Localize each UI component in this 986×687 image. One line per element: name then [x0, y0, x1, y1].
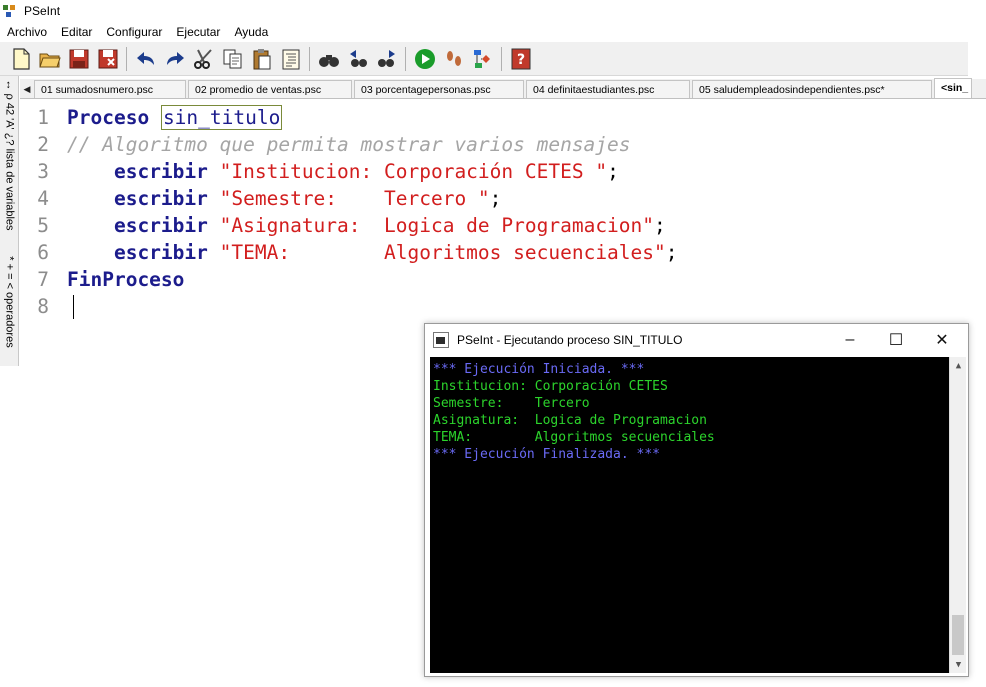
- variables-list-label: ↔ ρ 42 'A' ¿? lista de variables: [3, 79, 16, 231]
- tab-file-04[interactable]: 04 definitaestudiantes.psc: [526, 80, 690, 98]
- tab-file-03[interactable]: 03 porcentagepersonas.psc: [354, 80, 524, 98]
- save-as-icon[interactable]: [93, 44, 122, 74]
- console-title: PSeInt - Ejecutando proceso SIN_TITULO: [457, 333, 683, 347]
- console-line: Semestre: Tercero: [433, 396, 590, 411]
- find-icon[interactable]: [314, 44, 343, 74]
- line-number: 3: [37, 160, 49, 183]
- pseint-logo-icon: [2, 3, 18, 19]
- copy-icon[interactable]: [218, 44, 247, 74]
- tab-sin-titulo[interactable]: <sin_: [934, 78, 972, 98]
- cut-icon[interactable]: [189, 44, 218, 74]
- console-output: *** Ejecución Iniciada. *** Institucion:…: [430, 357, 966, 673]
- execution-console-window[interactable]: PSeInt - Ejecutando proceso SIN_TITULO –…: [424, 323, 969, 677]
- keyword-escribir: escribir: [113, 160, 208, 183]
- new-file-icon[interactable]: [6, 44, 35, 74]
- menu-editar[interactable]: Editar: [61, 25, 92, 39]
- svg-text:?: ?: [516, 52, 524, 68]
- keyword-escribir: escribir: [113, 214, 208, 237]
- string-literal: "Asignatura: Logica de Programacion": [219, 214, 655, 237]
- console-scrollbar[interactable]: ▲ ▼: [949, 357, 966, 673]
- code-line: 4 escribir "Semestre: Tercero ";: [21, 185, 961, 212]
- redo-icon[interactable]: [160, 44, 189, 74]
- code-line: 5 escribir "Asignatura: Logica de Progra…: [21, 212, 961, 239]
- keyword-escribir: escribir: [113, 187, 208, 210]
- scroll-down-icon[interactable]: ▼: [950, 656, 967, 673]
- console-app-icon: [433, 332, 449, 348]
- text-caret: [73, 295, 74, 319]
- toolbar-separator: [309, 46, 310, 71]
- line-number: 7: [37, 268, 49, 291]
- code-line: 6 escribir "TEMA: Algoritmos secuenciale…: [21, 239, 961, 266]
- scroll-thumb[interactable]: [952, 615, 964, 655]
- line-number: 8: [37, 295, 49, 318]
- save-icon[interactable]: [64, 44, 93, 74]
- correct-indent-icon[interactable]: [276, 44, 305, 74]
- console-line: *** Ejecución Iniciada. ***: [433, 362, 645, 377]
- string-literal: "Semestre: Tercero ": [219, 187, 490, 210]
- line-number: 4: [37, 187, 49, 210]
- console-title-bar[interactable]: PSeInt - Ejecutando proceso SIN_TITULO –…: [425, 324, 968, 356]
- menu-configurar[interactable]: Configurar: [106, 25, 162, 39]
- tab-file-01[interactable]: 01 sumadosnumero.psc: [34, 80, 186, 98]
- paste-icon[interactable]: [247, 44, 276, 74]
- code-editor[interactable]: 1 Proceso sin_titulo 2 // Algoritmo que …: [21, 101, 986, 361]
- toolbar-separator: [501, 46, 502, 71]
- console-line: Institucion: Corporación CETES: [433, 379, 668, 394]
- operators-label: * + = < operadores: [3, 256, 16, 348]
- scroll-up-icon[interactable]: ▲: [950, 357, 967, 374]
- code-line: 8: [21, 293, 961, 320]
- code-line: 3 escribir "Institucion: Corporación CET…: [21, 158, 961, 185]
- undo-icon[interactable]: [131, 44, 160, 74]
- keyword-finproceso: FinProceso: [67, 268, 185, 291]
- window-title: PSeInt: [24, 4, 61, 18]
- flowchart-icon[interactable]: [468, 44, 497, 74]
- code-line: 2 // Algoritmo que permita mostrar vario…: [21, 131, 961, 158]
- tab-file-05[interactable]: 05 saludempleadosindependientes.psc*: [692, 80, 932, 98]
- line-number: 2: [37, 133, 49, 156]
- step-by-step-icon[interactable]: [439, 44, 468, 74]
- toolbar-separator: [405, 46, 406, 71]
- string-literal: "TEMA: Algoritmos secuenciales": [219, 241, 666, 264]
- run-icon[interactable]: [410, 44, 439, 74]
- toolbar: ?: [0, 42, 968, 76]
- menu-ejecutar[interactable]: Ejecutar: [176, 25, 220, 39]
- minimize-icon[interactable]: –: [827, 324, 873, 356]
- menu-archivo[interactable]: Archivo: [7, 25, 47, 39]
- find-next-icon[interactable]: [372, 44, 401, 74]
- maximize-icon[interactable]: ☐: [873, 324, 919, 356]
- close-icon[interactable]: ✕: [919, 324, 965, 356]
- console-line: Asignatura: Logica de Programacion: [433, 413, 707, 428]
- code-comment: // Algoritmo que permita mostrar varios …: [67, 133, 631, 156]
- console-line: *** Ejecución Finalizada. ***: [433, 447, 660, 462]
- file-tabs: ◀ 01 sumadosnumero.psc 02 promedio de ve…: [20, 78, 986, 99]
- menu-bar: Archivo Editar Configurar Ejecutar Ayuda: [0, 22, 986, 42]
- find-previous-icon[interactable]: [343, 44, 372, 74]
- code-line: 1 Proceso sin_titulo: [21, 104, 961, 131]
- process-name: sin_titulo: [160, 105, 283, 130]
- tab-file-02[interactable]: 02 promedio de ventas.psc: [188, 80, 352, 98]
- variables-list-tab[interactable]: ↔ ρ 42 'A' ¿? lista de variables: [0, 79, 19, 231]
- console-line: TEMA: Algoritmos secuenciales: [433, 430, 715, 445]
- side-panel: ↔ ρ 42 'A' ¿? lista de variables * + = <…: [0, 76, 19, 366]
- code-line: 7 FinProceso: [21, 266, 961, 293]
- title-bar: PSeInt: [0, 0, 986, 22]
- keyword-proceso: Proceso: [67, 106, 150, 129]
- help-icon[interactable]: ?: [506, 44, 535, 74]
- operators-tab[interactable]: * + = < operadores: [0, 246, 19, 358]
- string-literal: "Institucion: Corporación CETES ": [219, 160, 608, 183]
- tab-scroll-left-icon[interactable]: ◀: [20, 80, 34, 98]
- line-number: 6: [37, 241, 49, 264]
- open-folder-icon[interactable]: [35, 44, 64, 74]
- toolbar-separator: [126, 46, 127, 71]
- line-number: 5: [37, 214, 49, 237]
- line-number: 1: [37, 106, 49, 129]
- menu-ayuda[interactable]: Ayuda: [234, 25, 268, 39]
- keyword-escribir: escribir: [113, 241, 208, 264]
